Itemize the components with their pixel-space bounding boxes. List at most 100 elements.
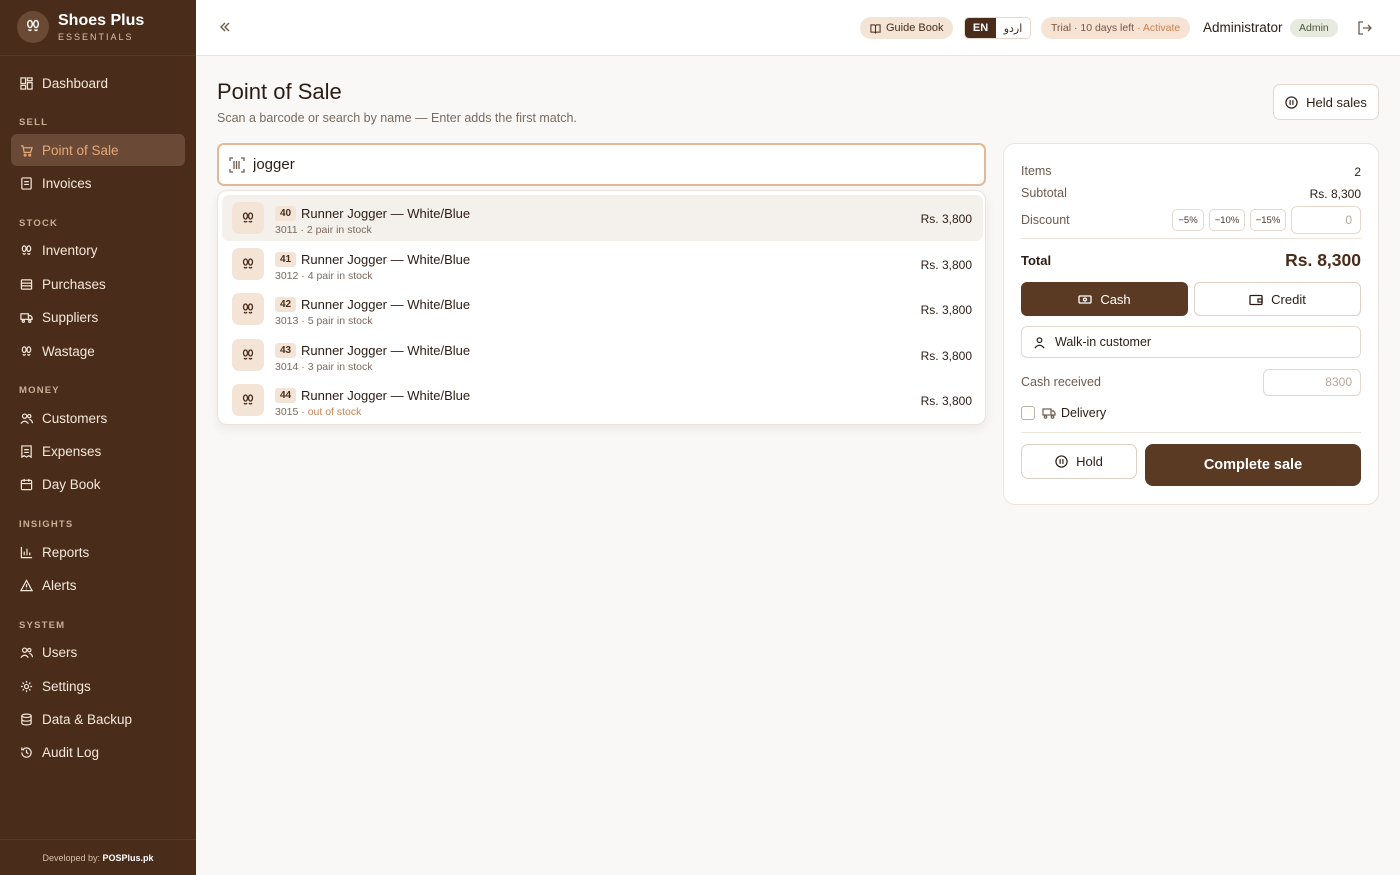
stock-status: 4 pair in stock — [307, 269, 373, 282]
delivery-toggle[interactable]: Delivery — [1021, 406, 1106, 420]
stock-status: 5 pair in stock — [307, 315, 373, 327]
sidebar-item-label: Inventory — [42, 242, 98, 258]
sidebar-item-invoices[interactable]: Invoices — [11, 167, 185, 199]
developer-link[interactable]: POSPlus.pk — [103, 853, 154, 863]
history-icon — [21, 746, 32, 758]
divider — [1021, 432, 1361, 433]
search-result-item[interactable]: 44 Runner Jogger — White/Blue 3015 · out o… — [222, 377, 983, 423]
size-badge: 44 — [275, 388, 296, 403]
sidebar-item-label: Suppliers — [42, 309, 99, 325]
hold-button[interactable]: Hold — [1021, 444, 1137, 479]
banknote-icon — [1078, 294, 1092, 304]
discount-10-button[interactable]: −10% — [1209, 209, 1245, 231]
nav-section-sell: SELL — [19, 117, 49, 128]
held-sales-button[interactable]: Held sales — [1273, 84, 1379, 120]
product-code: 3012 · — [275, 269, 308, 282]
sidebar-item-point-of-sale[interactable]: Point of Sale — [11, 134, 185, 166]
shoe-icon — [21, 244, 32, 255]
discount-15-button[interactable]: −15% — [1250, 209, 1286, 231]
sidebar-item-reports[interactable]: Reports — [11, 536, 185, 568]
brand-name: Shoes Plus — [58, 12, 145, 29]
product-code: 3011 · — [275, 224, 307, 236]
warning-icon — [20, 578, 33, 591]
search-box — [217, 143, 986, 186]
discount-5-button[interactable]: −5% — [1172, 209, 1204, 231]
sidebar-item-customers[interactable]: Customers — [11, 402, 185, 434]
product-price: Rs. 3,800 — [920, 257, 972, 272]
shoe-icon — [232, 202, 264, 234]
sidebar-item-suppliers[interactable]: Suppliers — [11, 301, 185, 333]
product-name: Runner Jogger — White/Blue — [301, 388, 471, 403]
search-input[interactable] — [253, 156, 953, 173]
credit-label: Credit — [1271, 291, 1306, 307]
nav-section-system: SYSTEM — [19, 620, 66, 631]
product-price: Rs. 3,800 — [920, 394, 972, 408]
database-icon — [21, 713, 32, 725]
collapse-sidebar-icon[interactable] — [218, 19, 232, 35]
pause-circle-icon — [1285, 95, 1298, 109]
cart-icon — [20, 144, 33, 157]
shoe-icon — [232, 247, 264, 280]
complete-sale-button[interactable]: Complete sale — [1145, 444, 1361, 486]
gear-icon — [20, 680, 33, 692]
product-code: 3014 · — [275, 360, 308, 373]
cash-payment-button[interactable]: Cash — [1021, 282, 1188, 316]
search-result-item[interactable]: 40 Runner Jogger — White/Blue 3011 · 2 pai… — [222, 195, 983, 241]
sidebar-item-purchases[interactable]: Purchases — [11, 268, 185, 300]
shoe-logo-icon — [17, 11, 49, 43]
product-name: Runner Jogger — White/Blue — [301, 251, 471, 267]
sidebar-item-alerts[interactable]: Alerts — [11, 569, 185, 601]
product-meta: 3012 · 4 pair in stock — [275, 270, 372, 282]
sidebar-item-audit-log[interactable]: Audit Log — [11, 736, 185, 768]
users-icon — [20, 412, 33, 424]
discount-input[interactable]: 0 — [1291, 206, 1361, 234]
sidebar-item-settings[interactable]: Settings — [11, 670, 185, 702]
sidebar-item-wastage[interactable]: Wastage — [11, 335, 185, 367]
product-name: Runner Jogger — White/Blue — [301, 206, 471, 221]
sidebar-item-data-backup[interactable]: Data & Backup — [11, 703, 185, 735]
sidebar-item-label: Data & Backup — [42, 711, 133, 727]
stock-status: 2 pair in stock — [306, 224, 372, 236]
customer-selector[interactable]: Walk-in customer — [1021, 326, 1361, 358]
guide-book-button[interactable]: Guide Book — [860, 17, 954, 39]
search-result-item[interactable]: 43 Runner Jogger — White/Blue 3014 · 3 pai… — [222, 332, 983, 378]
logout-icon[interactable] — [1357, 21, 1372, 35]
sidebar-item-inventory[interactable]: Inventory — [11, 234, 185, 266]
lang-en-button[interactable]: EN — [965, 18, 996, 38]
sidebar-item-dashboard[interactable]: Dashboard — [11, 67, 185, 99]
product-code: 3015 · — [275, 406, 308, 418]
nav-section-money: MONEY — [19, 385, 60, 396]
users-icon — [20, 646, 33, 658]
sidebar-item-users[interactable]: Users — [11, 636, 185, 668]
product-meta: 3014 · 3 pair in stock — [275, 361, 372, 373]
trial-badge: Trial · 10 days left · Activate — [1041, 17, 1191, 39]
sidebar-item-day-book[interactable]: Day Book — [11, 468, 185, 500]
nav-section-insights: INSIGHTS — [19, 519, 74, 530]
invoice-icon — [21, 176, 32, 190]
wallet-icon — [1249, 294, 1263, 305]
divider — [0, 55, 196, 56]
sidebar-item-label: Users — [42, 644, 78, 660]
bar-chart-icon — [20, 546, 33, 558]
delivery-checkbox[interactable] — [1021, 406, 1035, 420]
credit-payment-button[interactable]: Credit — [1194, 282, 1361, 316]
activate-link[interactable]: · Activate — [1137, 22, 1180, 34]
search-result-item[interactable]: 42 Runner Jogger — White/Blue 3013 · 5 pai… — [222, 286, 983, 332]
sidebar-item-expenses[interactable]: Expenses — [11, 435, 185, 467]
product-meta: 3011 · 2 pair in stock — [275, 224, 372, 236]
user-icon — [1034, 336, 1045, 348]
product-name: Runner Jogger — White/Blue — [301, 297, 471, 312]
size-badge: 42 — [275, 297, 296, 312]
delivery-label: Delivery — [1061, 406, 1107, 420]
hold-label: Hold — [1076, 454, 1103, 469]
cash-received-input[interactable]: 8300 — [1263, 369, 1361, 396]
receipt-icon — [21, 444, 32, 458]
sidebar-item-label: Point of Sale — [42, 142, 119, 158]
guide-book-label: Guide Book — [886, 22, 944, 34]
sidebar-item-label: Invoices — [42, 175, 92, 191]
nav-section-stock: STOCK — [19, 218, 59, 229]
lang-ur-button[interactable]: اردو — [996, 18, 1030, 38]
search-result-item[interactable]: 41 Runner Jogger — White/Blue 3012 · 4 pai… — [222, 241, 983, 287]
shoe-icon — [232, 293, 264, 325]
sidebar-item-label: Wastage — [42, 343, 95, 359]
